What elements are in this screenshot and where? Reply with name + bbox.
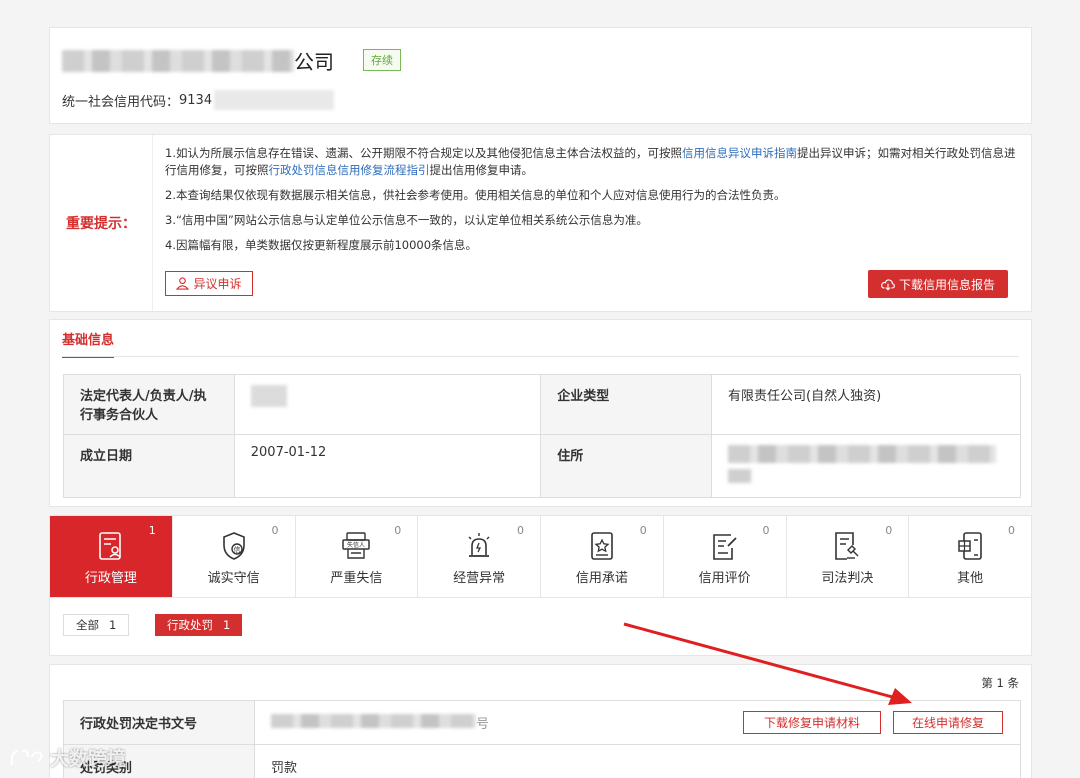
penalty-category-value: 罚款 <box>254 744 1021 778</box>
credit-code-prefix: 9134 <box>179 92 213 108</box>
tab-label: 行政管理 <box>84 571 137 586</box>
redacted-decision-no <box>271 714 476 728</box>
redacted-company-name <box>62 49 294 72</box>
divider <box>62 356 1019 357</box>
legal-rep-label: 法定代表人/负责人/执行事务合伙人 <box>63 374 235 435</box>
tab-judicial-judgment[interactable]: 0 司法判决 <box>787 516 910 597</box>
tab-credit-promise[interactable]: 0 信用承诺 <box>541 516 664 597</box>
tab-count: 0 <box>885 524 893 537</box>
notice-item-1: 1.如认为所展示信息存在错误、遗漏、公开期限不符合规定以及其他侵犯信息主体合法权… <box>165 146 1016 177</box>
appeal-guide-link[interactable]: 信用信息异议申诉指南 <box>682 146 797 160</box>
appeal-button[interactable]: 异议申诉 <box>165 271 253 296</box>
notice-label: 重要提示： <box>50 135 153 311</box>
filter-row: 全部 1 行政处罚 1 <box>49 598 1032 656</box>
promise-star-icon <box>591 532 613 560</box>
basic-info-card: 基础信息 法定代表人/负责人/执行事务合伙人 企业类型 有限责任公司(自然人独资… <box>49 319 1032 507</box>
tab-label: 信用评价 <box>698 571 751 586</box>
basic-info-table: 法定代表人/负责人/执行事务合伙人 企业类型 有限责任公司(自然人独资) 成立日… <box>63 374 1021 498</box>
company-name-suffix: 公司 <box>294 50 334 74</box>
notice-item-4: 4.因篇幅有限，单类数据仅按更新程度展示前10000条信息。 <box>165 238 478 252</box>
alarm-light-icon <box>468 533 490 557</box>
basic-info-tab[interactable]: 基础信息 <box>62 329 115 358</box>
status-badge: 存续 <box>363 49 401 71</box>
tab-count: 0 <box>639 524 647 537</box>
tab-count: 0 <box>271 524 279 537</box>
download-report-button[interactable]: 下载信用信息报告 <box>868 270 1008 298</box>
tab-label: 诚实守信 <box>207 571 260 586</box>
company-type-value: 有限责任公司(自然人独资) <box>711 374 1021 435</box>
notice-item-3: 3.“信用中国”网站公示信息与认定单位公示信息不一致的，以认定单位相关系统公示信… <box>165 213 648 227</box>
notice-item-2: 2.本查询结果仅依现有数据展示相关信息，供社会参考使用。使用相关信息的单位和个人… <box>165 188 786 202</box>
download-repair-materials-button[interactable]: 下载修复申请材料 <box>743 711 881 734</box>
repair-process-link[interactable]: 行政处罚信息信用修复流程指引 <box>269 163 430 177</box>
redacted-credit-code <box>214 90 335 110</box>
person-appeal-icon <box>176 277 190 290</box>
address-value <box>711 434 1021 498</box>
tab-count: 0 <box>394 524 402 537</box>
redacted-legal-rep <box>250 385 287 407</box>
tab-other[interactable]: 0 其他 <box>909 516 1031 597</box>
tab-credit-evaluation[interactable]: 0 信用评价 <box>664 516 787 597</box>
tab-serious-dishonesty[interactable]: 0 失信人 严重失信 <box>296 516 419 597</box>
credit-code: 统一社会信用代码： 9134 <box>62 90 335 110</box>
record-index: 第 1 条 <box>981 676 1019 690</box>
admin-doc-icon <box>99 532 121 560</box>
tab-count: 0 <box>762 524 770 537</box>
tab-label: 经营异常 <box>453 571 506 586</box>
tab-business-abnormal[interactable]: 0 经营异常 <box>418 516 541 597</box>
tab-label: 严重失信 <box>330 571 383 586</box>
tab-label: 其他 <box>957 571 984 586</box>
filter-all-chip[interactable]: 全部 1 <box>63 614 130 636</box>
watermark-logo-icon <box>10 749 43 765</box>
tab-count: 1 <box>148 524 156 537</box>
company-type-label: 企业类型 <box>540 374 712 435</box>
important-notice-card: 重要提示： 1.如认为所展示信息存在错误、遗漏、公开期限不符合规定以及其他侵犯信… <box>49 134 1032 312</box>
notice-body: 1.如认为所展示信息存在错误、遗漏、公开期限不符合规定以及其他侵犯信息主体合法权… <box>165 145 1017 262</box>
redacted-address-line2 <box>728 469 752 483</box>
tab-label: 信用承诺 <box>575 571 628 586</box>
tab-admin-management[interactable]: 1 行政管理 <box>50 516 173 597</box>
company-header-card: 公司 存续 统一社会信用代码： 9134 <box>49 27 1032 124</box>
address-label: 住所 <box>540 434 712 498</box>
svg-text:失信人: 失信人 <box>347 541 365 549</box>
credit-code-label: 统一社会信用代码： <box>62 94 180 110</box>
tab-honesty[interactable]: 0 信 诚实守信 <box>173 516 296 597</box>
online-repair-button[interactable]: 在线申请修复 <box>893 711 1003 734</box>
penalty-record-card: 第 1 条 行政处罚决定书文号 号 处罚类别 罚款 下载修复申请材料 在线申请修… <box>49 664 1032 778</box>
cloud-download-icon <box>881 278 895 291</box>
watermark: 大数跨境 <box>8 744 126 771</box>
filter-admin-penalty-chip[interactable]: 行政处罚 1 <box>155 614 243 636</box>
founded-value: 2007-01-12 <box>233 434 542 498</box>
dishonest-person-icon: 失信人 <box>342 532 371 559</box>
redacted-address-line1 <box>728 445 996 463</box>
tab-count: 0 <box>517 524 524 537</box>
legal-rep-value <box>233 374 542 435</box>
category-tabs: 1 行政管理 0 信 诚实守信 0 失信人 严重失信 0 经营异常 0 信用承诺… <box>49 515 1032 598</box>
decision-no-label: 行政处罚决定书文号 <box>63 700 255 745</box>
judgment-doc-icon <box>835 532 859 560</box>
svg-text:信: 信 <box>233 545 240 554</box>
other-doc-icon <box>958 532 982 560</box>
tab-label: 司法判决 <box>821 571 874 586</box>
tab-count: 0 <box>1008 524 1015 537</box>
company-name: 公司 <box>62 46 334 75</box>
evaluation-edit-icon <box>712 534 737 560</box>
shield-credit-icon: 信 <box>222 532 245 560</box>
founded-label: 成立日期 <box>63 434 235 498</box>
